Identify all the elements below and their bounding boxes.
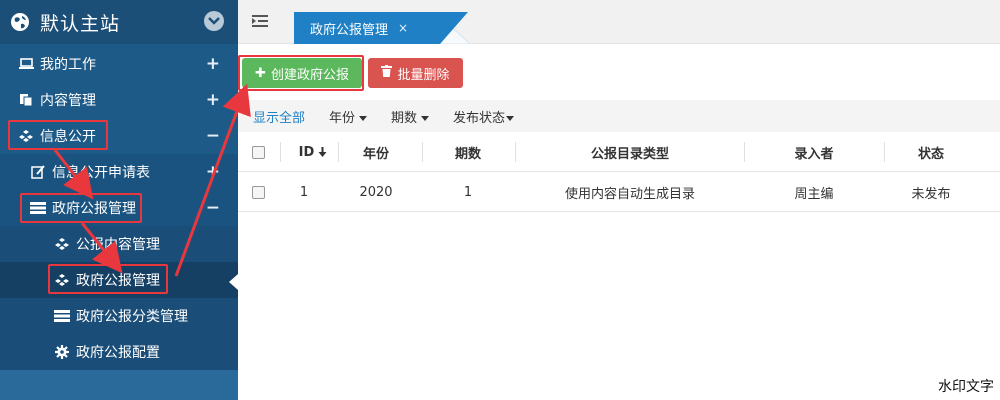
watermark: 水印文字 [938,379,994,395]
arrow-line [174,83,251,277]
annotation-arrows [53,83,251,277]
arrow-line [80,222,123,274]
arrow-line [53,149,94,200]
